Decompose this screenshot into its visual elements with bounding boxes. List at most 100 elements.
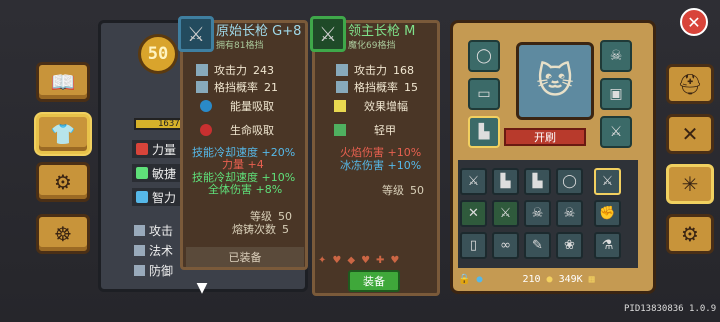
ring-icon: ◯ xyxy=(476,48,492,64)
refresh-button[interactable]: 开刷 xyxy=(504,128,586,146)
chain-icon: ∞ xyxy=(500,238,511,253)
equip-slot-armor[interactable]: ▣ xyxy=(600,78,632,110)
nav-helmet-button[interactable]: ⛑ xyxy=(666,64,714,104)
inventory-slot[interactable]: ⚔ xyxy=(460,168,487,195)
close-icon: ✕ xyxy=(687,12,701,32)
spear-icon: ⚔ xyxy=(601,174,614,189)
equipped-perk-2: 生命吸取 xyxy=(200,122,274,138)
spear-icon: ⚔ xyxy=(467,174,480,189)
nav-book-button[interactable]: 📖 xyxy=(36,62,90,102)
character-portrait: 🐱 xyxy=(516,42,594,120)
heart-icon: ♥ xyxy=(361,255,371,266)
belt-icon: ▭ xyxy=(477,86,491,102)
equip-slot-necklace[interactable]: ◯ xyxy=(468,40,500,72)
wand-icon xyxy=(134,245,145,256)
inventory-slot[interactable]: ✊ xyxy=(594,200,621,227)
energy-icon xyxy=(200,100,212,112)
boots-icon: ▙ xyxy=(478,124,490,140)
lock-icon[interactable]: 🔒 xyxy=(458,274,470,285)
sword-icon: ✦ xyxy=(318,255,327,266)
close-button[interactable]: ✕ xyxy=(680,8,708,36)
compare-weapon-subtitle: 魔化69格挡 xyxy=(348,41,396,51)
boots-icon: ▙ xyxy=(532,174,543,189)
inventory-slot[interactable]: ⚗ xyxy=(594,232,621,259)
compare-block: 格挡概率 15 xyxy=(336,79,418,95)
currency-bar: 🔒 ● 210 ● 349K ▦ xyxy=(458,270,644,288)
gauntlet-icon: ✊ xyxy=(599,206,616,221)
heart-icon: ♥ xyxy=(332,255,342,266)
equipped-bonus-4: 全体伤害 +8% xyxy=(208,183,283,196)
equip-slot-belt[interactable]: ▭ xyxy=(468,78,500,110)
compare-bonus-2: 冰冻伤害 +10% xyxy=(340,159,422,172)
helmet-icon: ⛑ xyxy=(677,72,703,96)
inventory-slot-selected[interactable]: ⚔ xyxy=(594,168,621,195)
compare-attack: 攻击力 168 xyxy=(336,62,414,78)
ring-icon: ◯ xyxy=(562,174,577,189)
inventory-slot[interactable]: ☠ xyxy=(556,200,583,227)
sword-icon: ⚔ xyxy=(499,206,512,221)
book-icon: 📖 xyxy=(50,70,76,94)
agility-icon xyxy=(136,167,148,179)
equip-button[interactable]: 装备 xyxy=(348,270,400,292)
equipped-block: 格挡概率 21 xyxy=(196,79,278,95)
card-icon: ▯ xyxy=(469,238,478,253)
inventory-slot[interactable]: ▯ xyxy=(460,232,487,259)
level-badge: 50 xyxy=(138,34,178,74)
inventory-slot[interactable]: ▙ xyxy=(492,168,519,195)
inventory-slot[interactable]: ⚔ xyxy=(492,200,519,227)
equipped-reforge: 熔铸次数 5 xyxy=(232,222,289,237)
inventory-slot[interactable]: ◯ xyxy=(556,168,583,195)
grapes-icon: ❀ xyxy=(564,238,575,253)
nav-character-button[interactable]: 👕 xyxy=(36,114,90,154)
sword-icon xyxy=(336,64,348,76)
pid-label: PID13830836 1.0.9 xyxy=(624,304,717,314)
steering-wheel-icon: ☸ xyxy=(54,222,72,246)
equipped-attack: 攻击力 243 xyxy=(196,62,274,78)
inventory-slot[interactable]: ∞ xyxy=(492,232,519,259)
nav-wheel-button[interactable]: ☸ xyxy=(36,214,90,254)
compare-perk-2: 轻甲 xyxy=(334,122,396,138)
equip-slot-helmet[interactable]: ☠ xyxy=(600,40,632,72)
nav-settings-button[interactable]: ⚙ xyxy=(666,214,714,254)
equip-slot-boots[interactable]: ▙ xyxy=(468,116,500,148)
feather-icon: ✎ xyxy=(532,238,543,253)
equipped-weapon-subtitle: 拥有81格挡 xyxy=(216,41,264,51)
equipped-status-label: 已装备 xyxy=(186,247,304,267)
compare-perk-1: 效果增幅 xyxy=(334,98,408,114)
inventory-slot[interactable]: ❀ xyxy=(556,232,583,259)
nav-gear-cross-button[interactable]: ✳ xyxy=(666,164,714,204)
inventory-slot[interactable]: ▙ xyxy=(524,168,551,195)
nav-skills-button[interactable]: ⚙ xyxy=(36,162,90,202)
strength-icon xyxy=(136,143,148,155)
shield-icon xyxy=(196,81,208,93)
inventory-slot[interactable]: ✎ xyxy=(524,232,551,259)
skull-icon: ☠ xyxy=(531,206,544,221)
sort-icon[interactable]: ▦ xyxy=(589,274,595,285)
compare-stat-icons: ✦ ♥ ◆ ♥ ✚ ♥ xyxy=(318,255,399,266)
scroll-down-icon[interactable]: ▼ xyxy=(188,280,216,296)
equip-slot-weapon[interactable]: ⚔ xyxy=(600,116,632,148)
xp-bar: 1637 xyxy=(134,118,186,130)
shield-icon xyxy=(134,265,145,276)
compare-level: 等级 50 xyxy=(382,183,424,198)
inventory-slot[interactable]: ☠ xyxy=(524,200,551,227)
settings-gear-icon: ⚙ xyxy=(681,222,699,246)
skull-icon: ☠ xyxy=(563,206,576,221)
heart-icon: ♥ xyxy=(390,255,400,266)
cross-icon: ✚ xyxy=(376,255,385,266)
skull-icon: ☠ xyxy=(609,48,623,64)
equipped-weapon-name: 原始长枪 G+8 xyxy=(216,24,302,39)
light-armor-icon xyxy=(334,124,346,136)
boost-icon xyxy=(334,100,346,112)
inventory-slot[interactable]: ✕ xyxy=(460,200,487,227)
shield-icon: ◆ xyxy=(347,255,356,266)
crossed-swords-icon: ✕ xyxy=(468,206,479,221)
nav-swords-button[interactable]: ✕ xyxy=(666,114,714,154)
boots-icon: ▙ xyxy=(500,174,511,189)
gold-coin-icon: ● xyxy=(546,273,553,285)
equipped-perk-1: 能量吸取 xyxy=(200,98,274,114)
skills-icon: ⚙ xyxy=(54,170,72,194)
sword-icon xyxy=(196,64,208,76)
gold-count: 349K xyxy=(558,273,583,285)
sword-icon xyxy=(134,225,145,236)
